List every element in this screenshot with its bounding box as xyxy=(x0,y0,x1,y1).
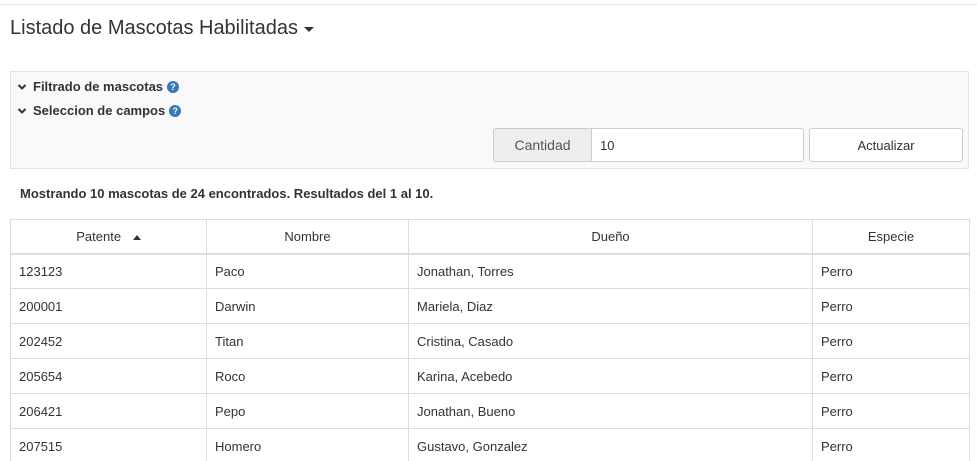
cell-especie: Perro xyxy=(812,428,970,461)
page: Listado de Mascotas Habilitadas Filtrado… xyxy=(0,0,977,461)
cell-dueno: Mariela, Diaz xyxy=(408,288,813,324)
cell-patente: 200001 xyxy=(10,288,207,324)
cell-especie: Perro xyxy=(812,288,970,324)
quantity-label: Cantidad xyxy=(493,128,591,162)
help-icon[interactable]: ? xyxy=(167,80,180,93)
quantity-input[interactable] xyxy=(591,128,804,162)
cell-nombre: Homero xyxy=(206,428,409,461)
column-header-patente[interactable]: Patente xyxy=(10,219,207,255)
table-row[interactable]: 123123 Paco Jonathan, Torres Perro xyxy=(10,253,970,289)
column-header-especie[interactable]: Especie xyxy=(812,219,970,255)
filter-toggle[interactable]: Filtrado de mascotas ? xyxy=(17,79,180,94)
cell-nombre: Paco xyxy=(206,253,409,289)
cell-nombre: Pepo xyxy=(206,393,409,429)
results-table: Patente Nombre Dueño Especie 123123 Paco… xyxy=(10,219,970,461)
cell-especie: Perro xyxy=(812,358,970,394)
fields-toggle-label: Seleccion de campos xyxy=(33,103,166,118)
cell-dueno: Karina, Acebedo xyxy=(408,358,813,394)
cell-patente: 123123 xyxy=(10,253,207,289)
column-header-label: Dueño xyxy=(591,228,630,244)
filter-panel: Filtrado de mascotas ? Seleccion de camp… xyxy=(10,71,969,169)
help-icon[interactable]: ? xyxy=(169,104,182,117)
caret-down-icon xyxy=(303,27,314,32)
page-title: Listado de Mascotas Habilitadas xyxy=(10,17,298,39)
fields-toggle[interactable]: Seleccion de campos ? xyxy=(17,103,182,118)
cell-dueno: Gustavo, Gonzalez xyxy=(408,428,813,461)
column-header-label: Patente xyxy=(76,228,122,244)
cell-nombre: Titan xyxy=(206,323,409,359)
cell-patente: 202452 xyxy=(10,323,207,359)
cell-patente: 206421 xyxy=(10,393,207,429)
cell-especie: Perro xyxy=(812,393,970,429)
results-table-wrapper: Patente Nombre Dueño Especie 123123 Paco… xyxy=(10,219,970,461)
top-divider xyxy=(0,0,977,5)
cell-dueno: Jonathan, Torres xyxy=(408,253,813,289)
results-summary: Mostrando 10 mascotas de 24 encontrados.… xyxy=(20,186,434,201)
cell-dueno: Jonathan, Bueno xyxy=(408,393,813,429)
chevron-down-icon xyxy=(17,107,27,114)
cell-nombre: Roco xyxy=(206,358,409,394)
cell-nombre: Darwin xyxy=(206,288,409,324)
filter-toggle-label: Filtrado de mascotas xyxy=(33,79,164,94)
cell-patente: 207515 xyxy=(10,428,207,461)
update-button[interactable]: Actualizar xyxy=(809,128,963,162)
cell-patente: 205654 xyxy=(10,358,207,394)
sort-ascending-icon xyxy=(132,234,141,240)
column-header-dueno[interactable]: Dueño xyxy=(408,219,813,255)
quantity-group: Cantidad xyxy=(493,128,804,162)
column-header-nombre[interactable]: Nombre xyxy=(206,219,409,255)
column-header-label: Especie xyxy=(867,228,915,244)
table-row[interactable]: 202452 Titan Cristina, Casado Perro xyxy=(10,323,970,359)
table-row[interactable]: 206421 Pepo Jonathan, Bueno Perro xyxy=(10,393,970,429)
column-header-label: Nombre xyxy=(284,228,331,244)
page-title-dropdown[interactable]: Listado de Mascotas Habilitadas xyxy=(10,17,314,40)
table-row[interactable]: 200001 Darwin Mariela, Diaz Perro xyxy=(10,288,970,324)
table-header-row: Patente Nombre Dueño Especie xyxy=(10,219,970,255)
table-row[interactable]: 205654 Roco Karina, Acebedo Perro xyxy=(10,358,970,394)
cell-especie: Perro xyxy=(812,323,970,359)
cell-dueno: Cristina, Casado xyxy=(408,323,813,359)
chevron-down-icon xyxy=(17,83,27,90)
table-row[interactable]: 207515 Homero Gustavo, Gonzalez Perro xyxy=(10,428,970,461)
cell-especie: Perro xyxy=(812,253,970,289)
